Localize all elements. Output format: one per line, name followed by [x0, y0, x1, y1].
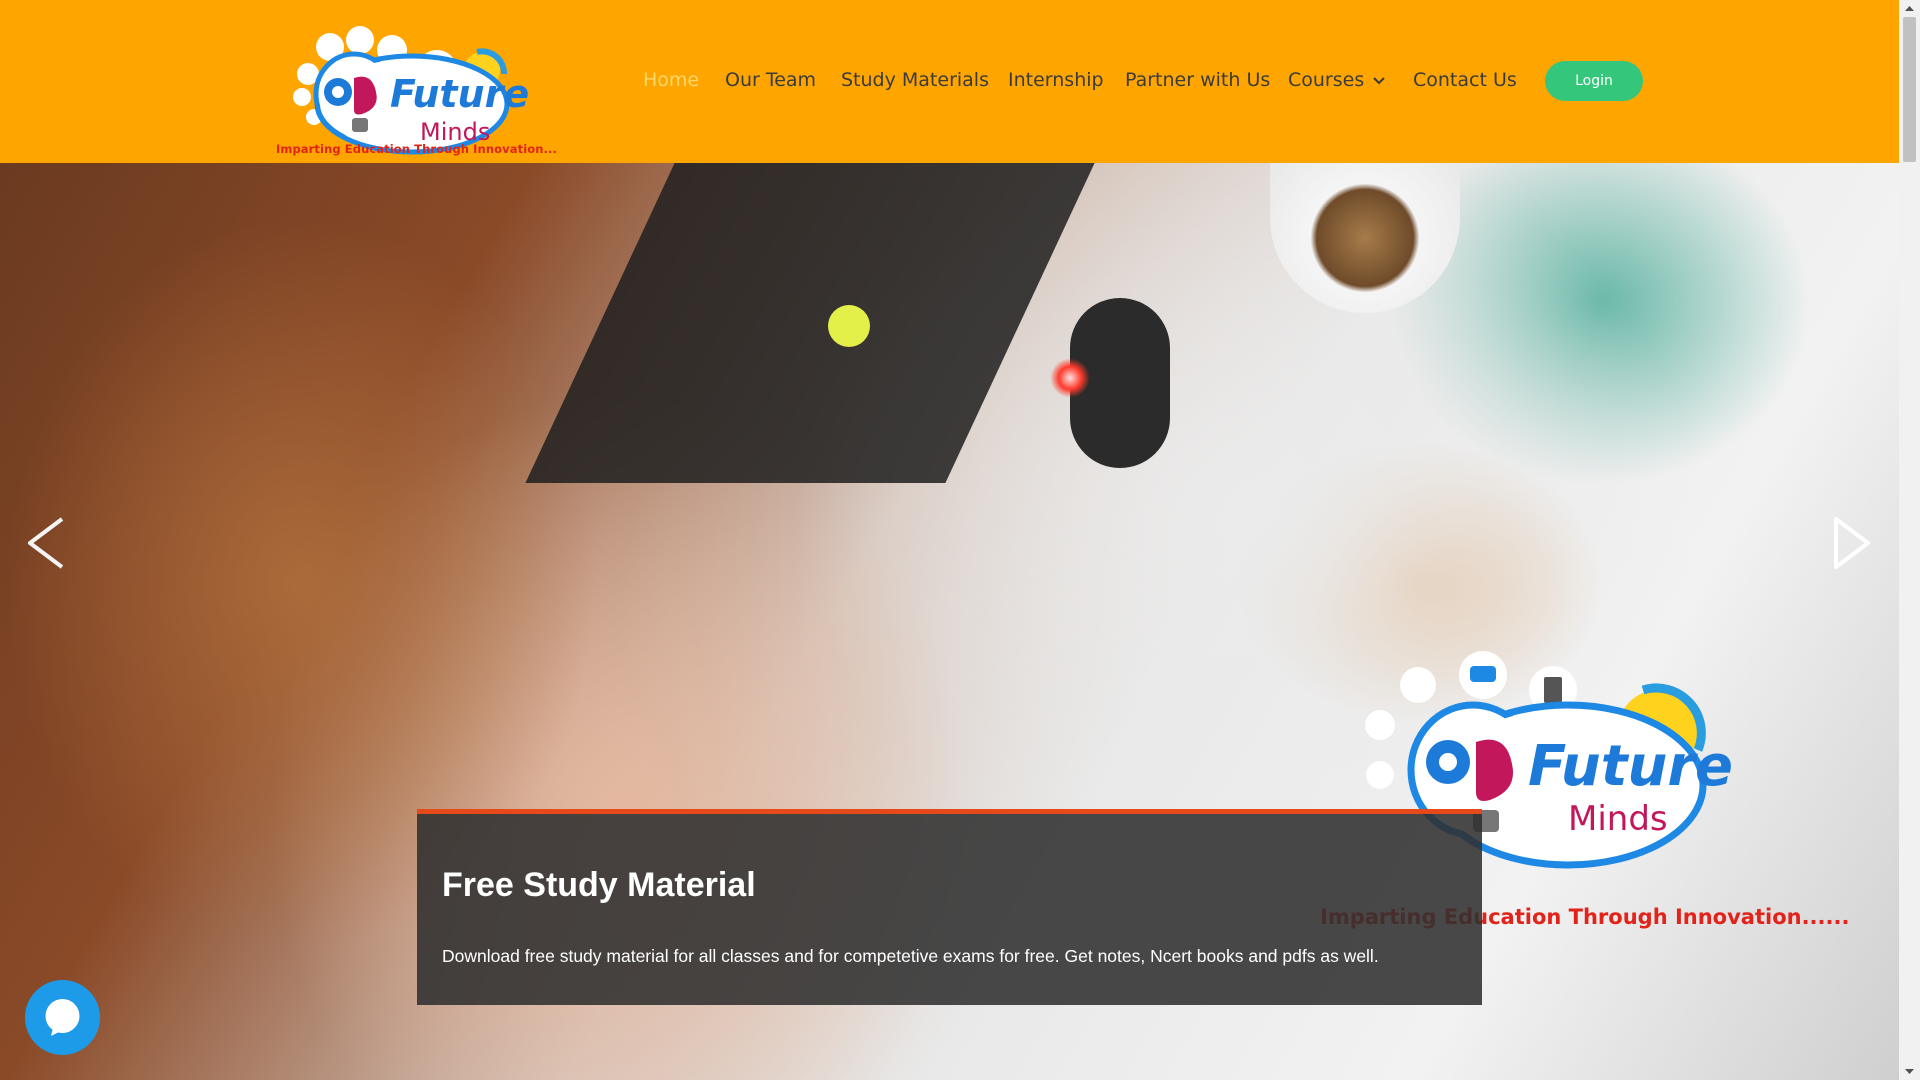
site-header: Future Minds Imparting Education Through… [0, 0, 1899, 163]
nav-study-materials[interactable]: Study Materials [841, 66, 989, 94]
hero-bg-yellow-dot [828, 305, 870, 347]
chat-icon [45, 999, 80, 1036]
hero-bg-laptop [525, 163, 1095, 483]
nav-courses[interactable]: Courses [1288, 66, 1364, 94]
chevron-down-icon[interactable] [1372, 73, 1386, 87]
scroll-down-icon[interactable] [1899, 1063, 1920, 1080]
nav-our-team[interactable]: Our Team [725, 66, 816, 94]
hero-logo-minds-text: Minds [1568, 799, 1668, 839]
scroll-thumb[interactable] [1903, 17, 1916, 162]
page-scrollbar[interactable] [1899, 0, 1920, 1080]
nav-home[interactable]: Home [643, 66, 699, 94]
hero-bg-cup [1270, 163, 1460, 313]
nav-contact-us[interactable]: Contact Us [1413, 66, 1517, 94]
next-arrow-icon[interactable] [1830, 515, 1874, 571]
nav-internship[interactable]: Internship [1008, 66, 1104, 94]
nav-partner-with-us[interactable]: Partner with Us [1125, 66, 1270, 94]
hero-bg-red-light [1050, 358, 1090, 398]
logo-tagline: Imparting Education Through Innovation..… [276, 142, 557, 156]
chat-widget-button[interactable] [25, 980, 100, 1055]
hero-logo-future-text: Future [1528, 734, 1733, 799]
scroll-up-icon[interactable] [1899, 0, 1920, 17]
slide-caption: Free Study Material Download free study … [417, 809, 1482, 1005]
prev-arrow-icon[interactable] [24, 515, 68, 571]
caption-title: Free Study Material [442, 866, 756, 904]
login-button[interactable]: Login [1545, 61, 1643, 101]
caption-text: Download free study material for all cla… [442, 946, 1379, 966]
